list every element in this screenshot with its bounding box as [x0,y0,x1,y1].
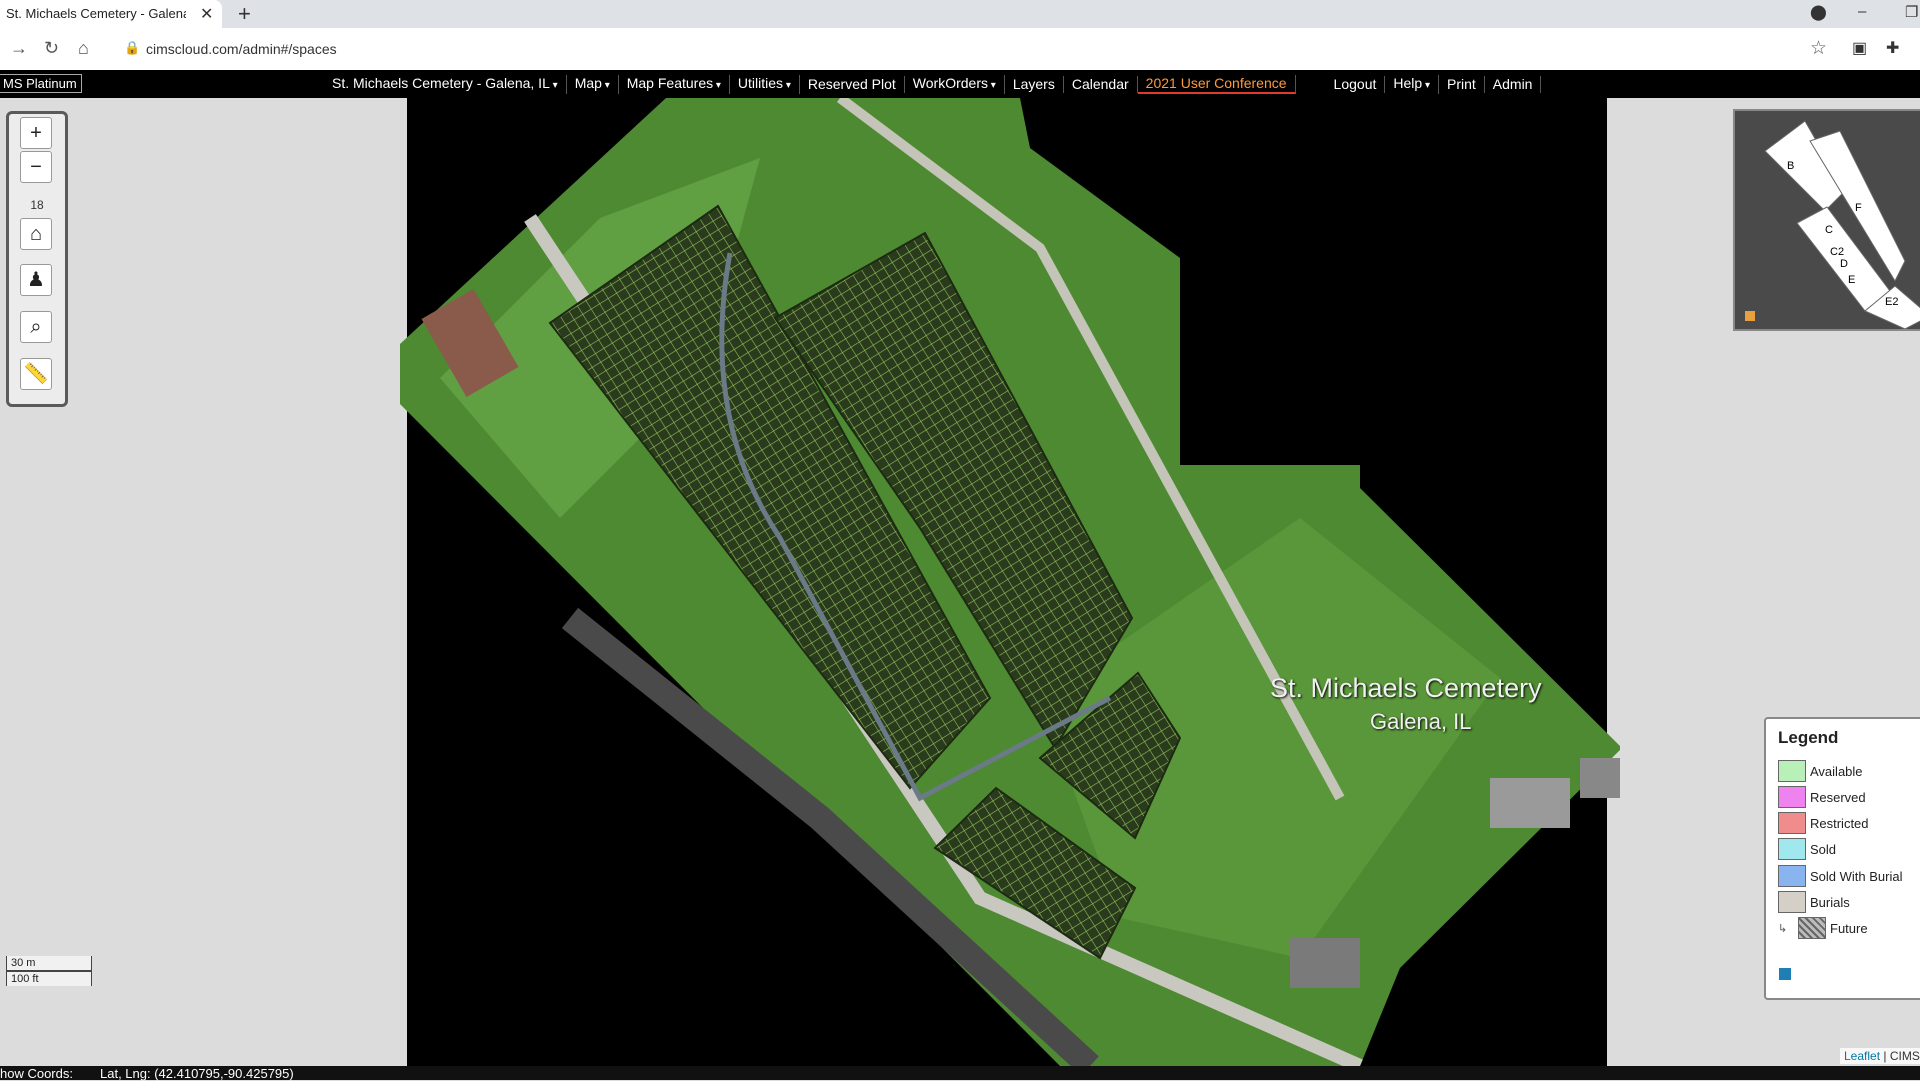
reload-icon[interactable]: ↻ [44,38,59,59]
scale-imperial: 100 ft [6,971,92,986]
swatch-future [1798,917,1826,939]
measure-ruler-button[interactable]: 📏 [20,358,52,390]
zoom-level: 18 [30,198,44,212]
nav-item-reserved-plot[interactable]: Reserved Plot [800,76,905,93]
cemetery-menu[interactable]: St. Michaels Cemetery - Galena, IL [324,75,567,94]
legend-item-sold: Sold [1778,838,1836,860]
nav-item-admin[interactable]: Admin [1485,76,1542,93]
map-attribution: Leaflet | CIMS I [1840,1048,1920,1064]
url-field[interactable]: cimscloud.com/admin#/spaces [146,41,337,57]
legend-item-reserved: Reserved [1778,786,1866,808]
street-view-button[interactable]: ♟ [20,264,52,296]
home-view-button[interactable]: ⌂ [20,218,52,250]
attribution-text: | CIMS I [1883,1049,1920,1063]
legend-item-available: Available [1778,760,1863,782]
map-toolbar: + − 18 ⌂ ♟ ⌕ 📏 [6,111,68,407]
nav-item-map-features[interactable]: Map Features [619,75,730,94]
star-icon[interactable]: ☆ [1810,37,1827,60]
legend-item-sold-with-burial: Sold With Burial [1778,865,1902,887]
minimap-label-c2: C2 [1830,246,1844,258]
minimap-label-e2: E2 [1885,296,1898,308]
browser-tab[interactable]: St. Michaels Cemetery - Galena, I ✕ [0,0,222,28]
extension-icon[interactable]: ▣ [1852,38,1867,58]
restore-icon[interactable]: ❐ [1905,3,1918,21]
minimap-label-b: B [1787,160,1794,172]
scale-bar: 30 m 100 ft [6,956,92,986]
swatch-available [1778,760,1806,782]
puzzle-icon[interactable]: ✚ [1886,38,1899,58]
swatch-sold-with-burial [1778,865,1806,887]
swatch-restricted [1778,812,1806,834]
plus-icon[interactable]: + [238,1,251,27]
brand-label[interactable]: MS Platinum [0,74,82,93]
swatch-sold [1778,838,1806,860]
scale-metric: 30 m [6,956,92,971]
nav-item-calendar[interactable]: Calendar [1064,76,1138,93]
lock-icon: 🔒 [124,40,141,55]
expand-icon[interactable] [1745,311,1755,321]
minimap-label-e: E [1848,274,1855,286]
nav-item-utilities[interactable]: Utilities [730,75,800,94]
legend-label: Future [1830,920,1868,936]
legend-title: Legend [1778,728,1839,747]
zoom-box-button[interactable]: ⌕ [20,311,52,343]
nav-item-layers[interactable]: Layers [1005,76,1064,93]
minimap-label-c: C [1825,224,1833,236]
leaflet-link[interactable]: Leaflet [1844,1049,1880,1063]
status-bar: how Coords: Lat, Lng: (42.410795,-90.425… [0,1066,1920,1081]
legend-label: Available [1810,763,1863,779]
tab-title: St. Michaels Cemetery - Galena, I [6,6,186,21]
nav-item-print[interactable]: Print [1439,76,1485,93]
nav-item-workorders[interactable]: WorkOrders [905,75,1005,94]
forward-arrow-icon[interactable]: → [10,38,28,59]
aerial-imagery[interactable] [400,98,1620,1066]
cemetery-name-label: St. Michaels Cemetery [1270,673,1542,703]
coords-readout: Lat, Lng: (42.410795,-90.425795) [100,1066,294,1081]
minimap-shape: B F C C2 D E E2 [1764,120,1920,330]
legend-label: Sold With Burial [1810,868,1903,884]
profile-dropdown-icon[interactable]: ⬤ [1810,3,1827,21]
legend-toggle-icon[interactable] [1779,968,1791,980]
legend-label: Reserved [1810,789,1866,805]
close-icon[interactable]: ✕ [200,4,213,24]
legend-item-restricted: Restricted [1778,812,1869,834]
child-indent-icon: ↳ [1778,922,1788,935]
minimap-label-f: F [1855,202,1862,214]
map-view[interactable]: St. Michaels Cemetery Galena, IL + − 18 … [0,98,1920,1066]
nav-item-map[interactable]: Map [567,75,619,94]
minimap-label-d: D [1840,258,1848,270]
legend-label: Burials [1810,894,1850,910]
home-icon[interactable]: ⌂ [78,38,89,59]
address-bar: → ↻ ⌂ 🔒 cimscloud.com/admin#/spaces ☆ ▣ … [0,28,1920,71]
app-navbar: MS Platinum St. Michaels Cemetery - Gale… [0,70,1920,98]
nav-item-user-conference[interactable]: 2021 User Conference [1137,75,1296,94]
legend-panel: Legend Available Reserved Restricted Sol… [1764,717,1920,1000]
minimize-icon[interactable]: – [1858,3,1866,20]
section-minimap[interactable]: B F C C2 D E E2 [1733,109,1920,331]
browser-tab-bar: St. Michaels Cemetery - Galena, I ✕ + ⬤ … [0,0,1920,28]
legend-label: Restricted [1810,815,1869,831]
legend-item-future: ↳ Future [1778,917,1868,939]
legend-item-burials: Burials [1778,891,1850,913]
zoom-out-button[interactable]: − [20,151,52,183]
nav-menu: St. Michaels Cemetery - Galena, IL Map M… [324,75,1542,94]
show-coords-label[interactable]: how Coords: [0,1066,73,1081]
legend-label: Sold [1810,841,1837,857]
swatch-reserved [1778,786,1806,808]
swatch-burials [1778,891,1806,913]
nav-item-help[interactable]: Help [1385,75,1439,94]
cemetery-location-label: Galena, IL [1370,709,1472,734]
zoom-in-button[interactable]: + [20,117,52,149]
nav-item-logout[interactable]: Logout [1326,76,1386,93]
